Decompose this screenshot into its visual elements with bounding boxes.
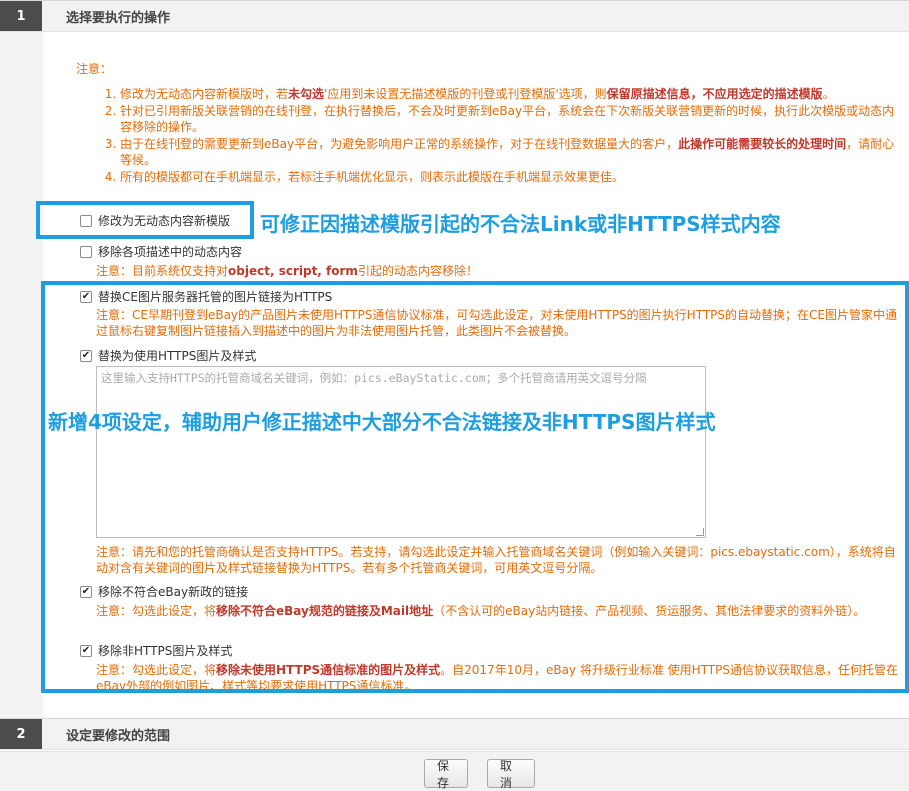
notes-label: 注意： [76,62,113,76]
annotation-box-1 [36,201,254,239]
annotation-box-2 [41,281,909,693]
step1-number: 1 [0,1,42,31]
checkbox-opt2[interactable] [80,245,92,258]
note-item: 修改为无动态内容新模版时，若未勾选'应用到未设置无描述模版的刊登或刊登模版'选项… [120,86,900,102]
annotation-text-1: 可修正因描述模版引起的不合法Link或非HTTPS样式内容 [260,208,781,237]
option-remove-dynamic-content[interactable]: 移除各项描述中的动态内容 [80,243,242,260]
opt2-label: 移除各项描述中的动态内容 [98,245,243,259]
notes-list: 修改为无动态内容新模版时，若未勾选'应用到未设置无描述模版的刊登或刊登模版'选项… [100,86,900,186]
step1-title: 选择要执行的操作 [66,10,171,26]
step2-header[interactable]: 2 设定要修改的范围 [0,718,909,750]
step2-title: 设定要修改的范围 [66,728,171,744]
annotation-text-2: 新增4项设定，辅助用户修正描述中大部分不合法链接及非HTTPS图片样式 [48,410,716,434]
note-item: 所有的模版都可在手机端显示，若标注手机端优化显示，则表示此模版在手机端显示效果更… [120,169,900,185]
note-item: 针对已引用新版关联营销的在线刊登，在执行替换后，不会及时更新到eBay平台，系统… [120,103,900,135]
cancel-button[interactable]: 取消 [487,759,535,790]
opt2-hint: 注意：目前系统仅支持对object, script, form引起的动态内容移除… [96,264,478,278]
left-rail [0,32,42,718]
step2-number: 2 [0,719,42,749]
note-item: 由于在线刊登的需要更新到eBay平台，为避免影响用户正常的系统操作，对于在线刊登… [120,136,900,168]
save-button[interactable]: 保存 [424,759,468,790]
step1-header: 1 选择要执行的操作 [0,0,909,32]
footer-bar: 保存 取消 [0,751,909,791]
